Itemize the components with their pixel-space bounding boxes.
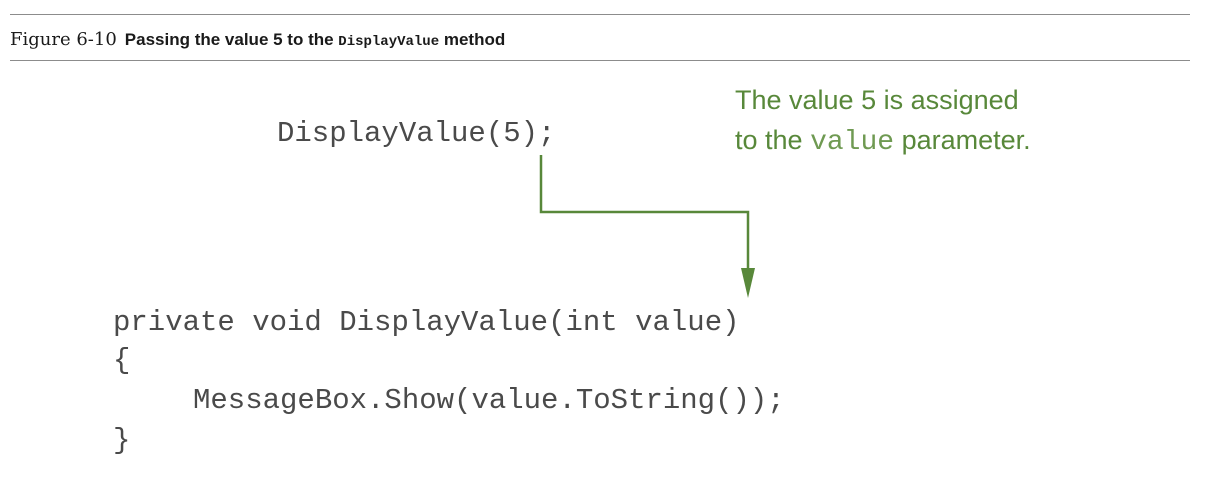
annotation-parameter-code: value (810, 127, 895, 158)
annotation-line-2: to the value parameter. (735, 120, 1031, 163)
arrow-head-icon (741, 268, 755, 298)
method-call-statement: DisplayValue(5); (277, 117, 556, 150)
method-signature-line: private void DisplayValue(int value) (113, 306, 740, 339)
method-open-brace: { (113, 344, 131, 377)
figure-title-prefix: Passing the value 5 to the (124, 30, 339, 49)
annotation-line-2-prefix: to the (735, 125, 811, 155)
figure-title-suffix: method (439, 30, 506, 49)
figure-title: Passing the value 5 to the DisplayValue … (124, 30, 506, 50)
top-rule (10, 14, 1190, 15)
arrow-connector-line (539, 155, 750, 272)
parameter-annotation: The value 5 is assigned to the value par… (735, 80, 1031, 163)
method-close-brace: } (113, 424, 131, 457)
annotation-line-1: The value 5 is assigned (735, 85, 1019, 115)
annotation-line-2-suffix: parameter. (894, 125, 1031, 155)
figure-number: Figure 6-10 (10, 29, 117, 50)
figure-title-code: DisplayValue (338, 34, 440, 50)
bottom-rule (10, 60, 1190, 61)
method-body-line: MessageBox.Show(value.ToString()); (193, 384, 785, 417)
figure-caption: Figure 6-10 Passing the value 5 to the Di… (10, 28, 505, 54)
